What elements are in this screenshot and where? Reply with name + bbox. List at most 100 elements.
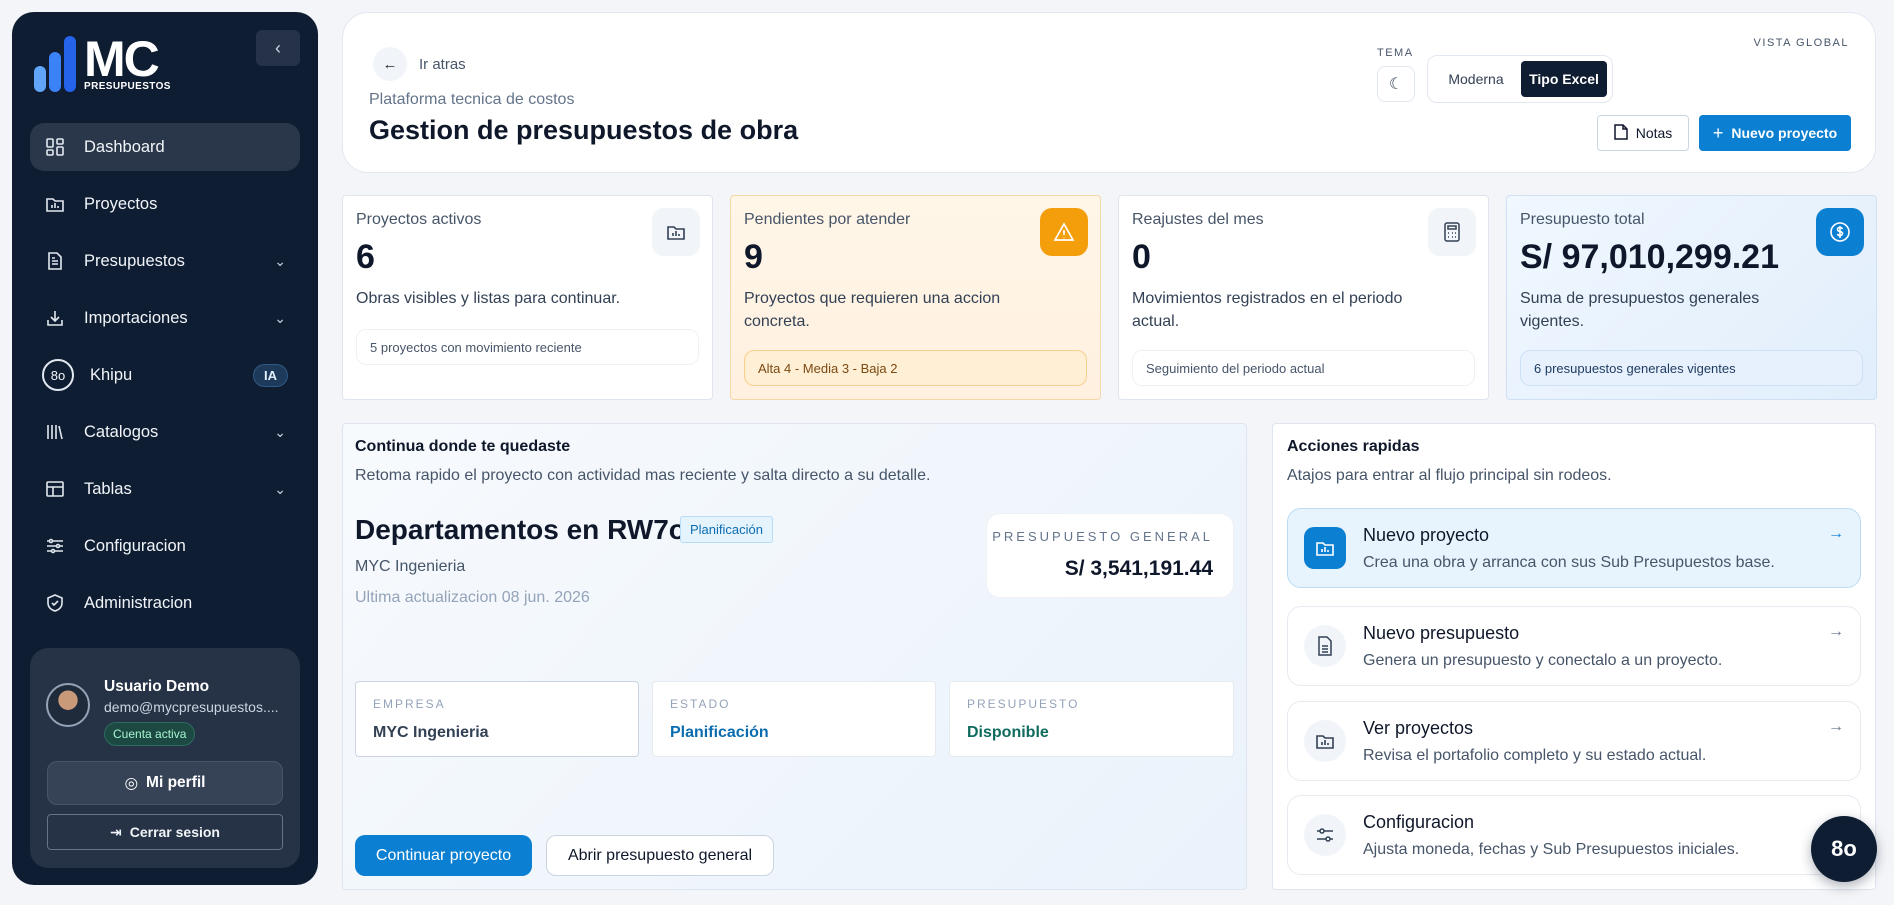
stat-description: Suma de presupuestos generales vigentes.: [1520, 290, 1760, 330]
shield-icon: [44, 592, 66, 614]
open-general-budget-button[interactable]: Abrir presupuesto general: [546, 835, 774, 876]
ia-badge: IA: [253, 363, 288, 387]
library-icon: [44, 421, 66, 443]
stat-label: Reajustes del mes: [1132, 211, 1264, 228]
new-project-label: Nuevo proyecto: [1731, 125, 1838, 141]
quick-action-new-budget[interactable]: Nuevo presupuesto Genera un presupuesto …: [1287, 606, 1861, 686]
app-logo[interactable]: MC PRESUPUESTOS: [34, 34, 171, 92]
view-option-tipo-excel[interactable]: Tipo Excel: [1521, 61, 1607, 97]
view-option-moderna[interactable]: Moderna: [1433, 61, 1519, 97]
sidebar-item-label: Presupuestos: [84, 251, 185, 270]
quick-action-title: Nuevo presupuesto: [1363, 623, 1520, 643]
sidebar-item-label: Tablas: [84, 479, 132, 498]
quick-actions-heading: Acciones rapidas: [1287, 438, 1420, 455]
quick-action-title: Nuevo proyecto: [1363, 525, 1490, 545]
quick-action-title: Ver proyectos: [1363, 718, 1474, 738]
chevron-down-icon: ⌄: [274, 252, 286, 269]
general-budget-box: PRESUPUESTO GENERAL S/ 3,541,191.44: [986, 513, 1234, 598]
theme-toggle-button[interactable]: ☾: [1377, 66, 1415, 102]
stat-value: 6: [356, 238, 375, 276]
sidebar-item-label: Proyectos: [84, 194, 158, 213]
status-badge: Planificación: [680, 516, 773, 543]
quick-action-configuration[interactable]: Configuracion Ajusta moneda, fechas y Su…: [1287, 795, 1861, 875]
sidebar-item-proyectos[interactable]: Proyectos: [30, 180, 300, 228]
logo-mark: MC: [84, 31, 160, 87]
quick-action-new-project[interactable]: Nuevo proyecto Crea una obra y arranca c…: [1287, 508, 1861, 588]
stat-card-active-projects[interactable]: Proyectos activos 6 Obras visibles y lis…: [342, 195, 713, 400]
folder-chart-icon: [1304, 527, 1346, 569]
chevron-down-icon: ⌄: [274, 423, 286, 440]
info-empresa: EMPRESA MYC Ingenieria: [355, 681, 639, 757]
info-value: Planificación: [670, 724, 769, 741]
back-button[interactable]: ← Ir atras: [373, 47, 466, 81]
sidebar-item-importaciones[interactable]: Importaciones ⌄: [30, 294, 300, 342]
sliders-icon: [44, 535, 66, 557]
logo-subtitle: PRESUPUESTOS: [84, 81, 171, 92]
quick-action-desc: Revisa el portafolio completo y su estad…: [1363, 747, 1707, 764]
project-name[interactable]: Departamentos en RW7o: [355, 514, 686, 546]
project-company: MYC Ingenieria: [355, 558, 466, 575]
continue-panel: Continua donde te quedaste Retoma rapido…: [342, 423, 1247, 890]
table-icon: [44, 478, 66, 500]
note-icon: [1613, 123, 1628, 143]
arrow-right-icon: →: [1828, 525, 1844, 542]
collapse-sidebar-button[interactable]: ‹: [256, 30, 300, 66]
sidebar-item-label: Khipu: [90, 365, 133, 384]
moon-icon: ☾: [1388, 76, 1404, 93]
budget-value: S/ 3,541,191.44: [1064, 557, 1213, 580]
back-label: Ir atras: [419, 55, 466, 73]
sidebar-item-presupuestos[interactable]: Presupuestos ⌄: [30, 237, 300, 285]
sidebar-item-khipu[interactable]: 8o Khipu IA: [30, 351, 300, 399]
chevron-down-icon: ⌄: [274, 309, 286, 326]
stat-label: Pendientes por atender: [744, 211, 911, 228]
theme-label: TEMA: [1377, 47, 1414, 59]
notes-button[interactable]: Notas: [1597, 115, 1689, 151]
stat-card-total-budget[interactable]: Presupuesto total S/ 97,010,299.21 Suma …: [1506, 195, 1877, 400]
sidebar-item-configuracion[interactable]: Configuracion: [30, 522, 300, 570]
document-icon: [1304, 625, 1346, 667]
sidebar-nav: Dashboard Proyectos Presupuestos ⌄ Impor…: [30, 123, 300, 636]
folder-chart-icon: [652, 208, 700, 256]
quick-action-desc: Crea una obra y arranca con sus Sub Pres…: [1363, 554, 1775, 571]
view-toggle: Moderna Tipo Excel: [1427, 55, 1613, 103]
profile-button[interactable]: ◎ Mi perfil: [47, 761, 283, 805]
logo-bars-icon: [34, 36, 76, 92]
sidebar-item-tablas[interactable]: Tablas ⌄: [30, 465, 300, 513]
chevron-down-icon: ⌄: [274, 480, 286, 497]
quick-action-desc: Ajusta moneda, fechas y Sub Presupuestos…: [1363, 841, 1740, 858]
stat-chip: 6 presupuestos generales vigentes: [1520, 350, 1863, 386]
stat-description: Obras visibles y listas para continuar.: [356, 290, 621, 307]
new-project-button[interactable]: + Nuevo proyecto: [1699, 115, 1851, 151]
stat-description: Proyectos que requieren una accion concr…: [744, 290, 1001, 330]
continue-subtitle: Retoma rapido el proyecto con actividad …: [355, 467, 931, 484]
user-circle-icon: ◎: [124, 774, 139, 792]
sidebar-item-administracion[interactable]: Administracion: [30, 579, 300, 627]
page-subtitle: Plataforma tecnica de costos: [369, 91, 575, 108]
quick-actions-subtitle: Atajos para entrar al flujo principal si…: [1287, 467, 1612, 484]
continue-project-button[interactable]: Continuar proyecto: [355, 835, 532, 876]
sidebar-item-label: Dashboard: [84, 137, 165, 156]
stat-card-adjustments[interactable]: Reajustes del mes 0 Movimientos registra…: [1118, 195, 1489, 400]
quick-action-title: Configuracion: [1363, 812, 1475, 832]
avatar: [46, 683, 90, 727]
stat-value: S/ 97,010,299.21: [1520, 238, 1780, 276]
import-icon: [44, 307, 66, 329]
arrow-left-icon: ←: [373, 47, 407, 81]
logout-button[interactable]: ⇥ Cerrar sesion: [47, 814, 283, 850]
calculator-icon: [1428, 208, 1476, 256]
logout-button-label: Cerrar sesion: [129, 824, 220, 840]
dollar-icon: [1816, 208, 1864, 256]
info-label: ESTADO: [670, 697, 731, 711]
sidebar-item-dashboard[interactable]: Dashboard: [30, 123, 300, 171]
sidebar-item-catalogos[interactable]: Catalogos ⌄: [30, 408, 300, 456]
stat-chip: Alta 4 - Media 3 - Baja 2: [744, 350, 1087, 386]
folder-chart-icon: [1304, 720, 1346, 762]
sidebar: MC PRESUPUESTOS ‹ Dashboard Proyectos Pr…: [12, 12, 318, 885]
khipu-assistant-button[interactable]: 8o: [1811, 816, 1877, 882]
info-label: EMPRESA: [373, 697, 446, 711]
stat-card-pending[interactable]: Pendientes por atender 9 Proyectos que r…: [730, 195, 1101, 400]
page-header: ← Ir atras Plataforma tecnica de costos …: [342, 12, 1876, 173]
quick-action-view-projects[interactable]: Ver proyectos Revisa el portafolio compl…: [1287, 701, 1861, 781]
info-value: Disponible: [967, 724, 1049, 741]
info-value: MYC Ingenieria: [373, 724, 489, 741]
